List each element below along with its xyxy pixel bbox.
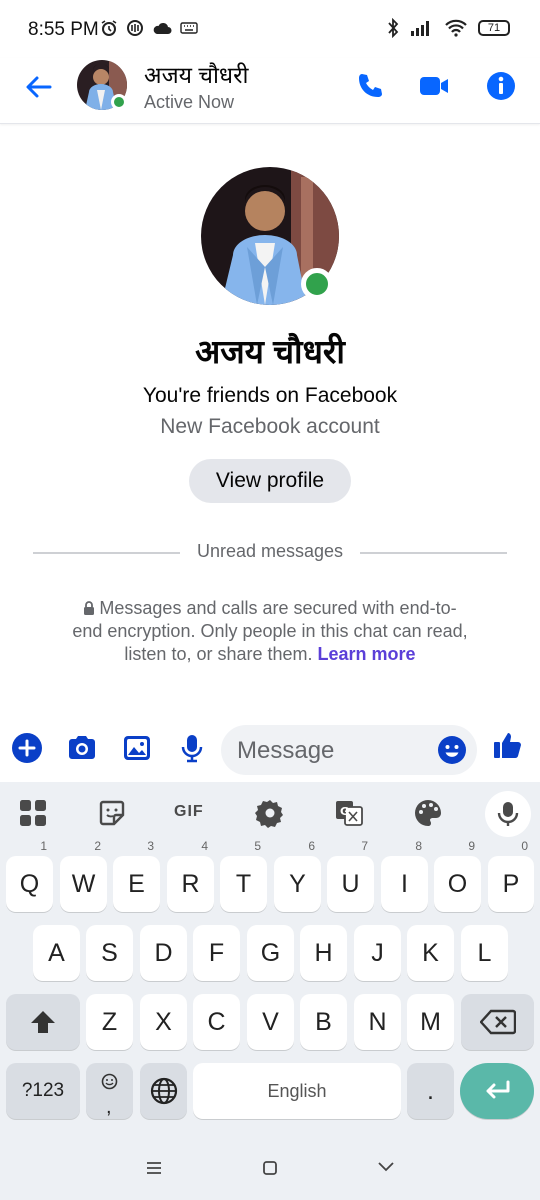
contact-name[interactable]: अजय चौधरी — [144, 58, 248, 90]
system-navigation-bar — [0, 1150, 540, 1200]
back-arrow-icon[interactable] — [22, 70, 56, 104]
key-w[interactable]: W2 — [60, 840, 107, 912]
microphone-icon[interactable] — [176, 732, 208, 764]
settings-gear-icon[interactable] — [255, 798, 285, 828]
online-indicator — [111, 94, 127, 110]
key-v[interactable]: V — [247, 994, 294, 1050]
like-thumbs-up-icon[interactable] — [492, 729, 524, 761]
backspace-icon — [478, 1009, 516, 1035]
key-o[interactable]: O9 — [434, 840, 481, 912]
encryption-notice: Messages and calls are secured with end-… — [70, 597, 470, 666]
keyboard-notification-icon — [180, 22, 198, 34]
key-z[interactable]: Z — [86, 994, 133, 1050]
chat-header: अजय चौधरी Active Now — [0, 58, 540, 124]
backspace-key[interactable] — [461, 994, 534, 1050]
key-l[interactable]: L — [461, 925, 508, 981]
key-a[interactable]: A — [33, 925, 80, 981]
key-x[interactable]: X — [140, 994, 187, 1050]
key-f[interactable]: F — [193, 925, 240, 981]
key-r[interactable]: R4 — [167, 840, 214, 912]
enter-arrow-icon — [486, 1080, 510, 1099]
profile-name: अजय चौधरी — [195, 333, 345, 370]
key-b[interactable]: B — [300, 994, 347, 1050]
bluetooth-icon — [388, 18, 399, 38]
alarm-icon — [101, 20, 117, 36]
sticker-icon[interactable] — [97, 798, 127, 828]
message-placeholder: Message — [237, 737, 335, 764]
back-chevron-icon[interactable] — [378, 1161, 394, 1173]
key-k[interactable]: K — [407, 925, 454, 981]
key-p[interactable]: P0 — [488, 840, 534, 912]
message-input[interactable]: Message — [221, 725, 477, 775]
key-s[interactable]: S — [86, 925, 133, 981]
key-n[interactable]: N — [354, 994, 401, 1050]
camera-icon[interactable] — [66, 732, 98, 764]
key-d[interactable]: D — [140, 925, 187, 981]
status-bar: 8:55 PM 71 — [0, 0, 540, 58]
message-composer: Message — [0, 718, 540, 782]
learn-more-link[interactable]: Learn more — [318, 644, 416, 664]
key-y[interactable]: Y6 — [274, 840, 321, 912]
keyboard: GIF G Q1 W2 E3 R4 T5 Y6 U7 I8 O9 P0 A S … — [0, 782, 540, 1200]
svg-text:G: G — [340, 805, 349, 818]
enter-key[interactable] — [460, 1063, 534, 1119]
cloud-icon — [153, 22, 172, 34]
video-call-icon[interactable] — [418, 70, 450, 102]
translate-icon[interactable]: G — [334, 798, 364, 828]
key-u[interactable]: U7 — [327, 840, 374, 912]
add-icon[interactable] — [11, 732, 43, 764]
home-square-icon[interactable] — [263, 1161, 277, 1175]
phone-call-icon[interactable] — [354, 70, 386, 102]
keyboard-toolbar: GIF G — [0, 782, 540, 844]
friends-status-text: You're friends on Facebook — [142, 384, 398, 407]
emoji-icon[interactable] — [437, 735, 467, 765]
shift-key[interactable] — [6, 994, 80, 1050]
globe-icon — [150, 1077, 177, 1105]
account-status-text: New Facebook account — [160, 415, 380, 438]
key-t[interactable]: T5 — [220, 840, 267, 912]
theme-palette-icon[interactable] — [413, 798, 443, 828]
key-i[interactable]: I8 — [381, 840, 428, 912]
key-c[interactable]: C — [193, 994, 240, 1050]
status-time: 8:55 PM — [28, 19, 99, 40]
space-bar[interactable]: English — [193, 1063, 401, 1119]
voice-input-button[interactable] — [485, 791, 531, 837]
apps-grid-icon[interactable] — [18, 798, 48, 828]
view-profile-button[interactable]: View profile — [189, 459, 351, 503]
key-q[interactable]: Q1 — [6, 840, 53, 912]
wifi-icon — [445, 19, 467, 37]
signal-icon — [411, 21, 429, 36]
period-key[interactable]: . — [407, 1063, 454, 1119]
gif-button[interactable]: GIF — [174, 803, 210, 825]
key-j[interactable]: J — [354, 925, 401, 981]
lock-icon — [84, 601, 95, 615]
key-h[interactable]: H — [300, 925, 347, 981]
info-icon[interactable] — [485, 70, 517, 102]
active-status: Active Now — [144, 92, 235, 112]
online-indicator-large — [301, 268, 333, 300]
key-e[interactable]: E3 — [113, 840, 160, 912]
battery-indicator: 71 — [478, 20, 510, 36]
shift-arrow-icon — [31, 1011, 55, 1033]
menu-lines-icon[interactable] — [146, 1161, 162, 1175]
gallery-icon[interactable] — [121, 732, 153, 764]
key-g[interactable]: G — [247, 925, 294, 981]
unread-messages-label: Unread messages — [196, 541, 344, 561]
emoji-comma-key[interactable]: , — [86, 1063, 133, 1119]
app-notification-icon — [127, 20, 143, 36]
language-globe-key[interactable] — [140, 1063, 187, 1119]
key-m[interactable]: M — [407, 994, 454, 1050]
microphone-icon — [497, 802, 519, 826]
symbols-key[interactable]: ?123 — [6, 1063, 80, 1119]
